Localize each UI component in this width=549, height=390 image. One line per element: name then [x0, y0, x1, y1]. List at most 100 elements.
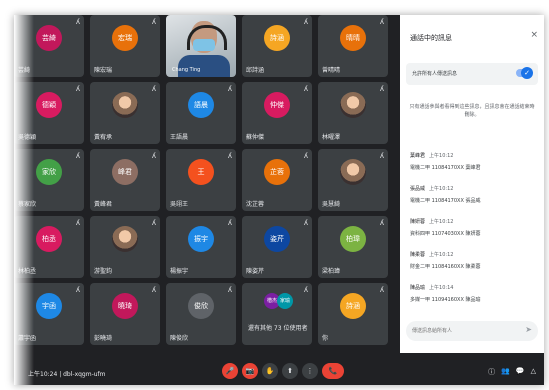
avatar: 德穎	[36, 92, 62, 118]
activities-icon[interactable]: △	[531, 367, 536, 377]
mic-off-icon: ʎ	[227, 152, 232, 160]
avatar: 峰君	[112, 159, 138, 185]
participant-name: 林曜澤	[322, 134, 341, 141]
participant-tile[interactable]: ʎ 游聖鈞	[90, 216, 160, 278]
mic-off-icon: ʎ	[227, 219, 232, 227]
participant-tile[interactable]: ʎ 晴晴 曾晴晴	[318, 15, 388, 77]
participant-name: 吳慧綺	[322, 201, 341, 208]
participant-tile[interactable]: ʎ 宏瑞 陳宏瑞	[90, 15, 160, 77]
mic-off-icon: ʎ	[151, 219, 156, 227]
message-input[interactable]	[412, 325, 516, 337]
avatar-group: 楷杰 家瑜	[264, 293, 293, 309]
chat-icon[interactable]: 💬	[516, 367, 525, 377]
participant-tile[interactable]: ʎ 詩涵 邱詩涵	[242, 15, 312, 77]
chat-notice: 只有通話參與者看得到這些訊息，且訊息會在通話結束時刪除。	[409, 104, 535, 118]
participant-name: 楊振宇	[170, 268, 189, 275]
end-call-icon[interactable]: 📞	[322, 363, 344, 379]
participant-name: 蔡家欣	[18, 201, 37, 208]
mic-off-icon: ʎ	[303, 152, 308, 160]
info-icon[interactable]: ⓘ	[488, 367, 495, 377]
participant-tile[interactable]: ʎ 黃宥承	[90, 82, 160, 144]
close-icon[interactable]: ×	[530, 30, 538, 40]
mic-off-icon: ʎ	[75, 219, 80, 227]
participant-name: 黃宥承	[94, 134, 113, 141]
participant-name: 蕭宇函	[18, 335, 37, 342]
send-icon[interactable]: ➤	[525, 325, 532, 334]
participant-tile[interactable]: ʎ 家欣 蔡家欣	[14, 149, 84, 211]
participant-name: 陳宏瑞	[94, 67, 113, 74]
mic-off-icon: ʎ	[75, 286, 80, 294]
mic-off-icon: ʎ	[303, 85, 308, 93]
mic-off-icon: ʎ	[379, 85, 384, 93]
headphones-icon	[187, 25, 227, 50]
mic-off-icon: ʎ	[75, 152, 80, 160]
mic-off-icon: ʎ	[151, 18, 156, 26]
participant-tile[interactable]: ʎ 俊欣 陳俊欣	[166, 283, 236, 345]
more-options-icon[interactable]: ⋮	[302, 363, 318, 379]
chat-message: 葉峰君 上午10:12 電機二甲 11084170XX 葉峰君	[410, 142, 534, 171]
participant-tile[interactable]: Chang Ting	[166, 15, 236, 77]
participant-name: 你	[322, 335, 329, 342]
participant-tile[interactable]: ʎ 芷蓉 沈芷蓉	[242, 149, 312, 211]
mic-off-icon: ʎ	[75, 18, 80, 26]
participant-tile[interactable]: ʎ 柏丞 林柏丞	[14, 216, 84, 278]
more-participants-label: 還有其他 73 位使用者	[248, 325, 308, 332]
message-sender: 陳品瑜	[410, 285, 426, 291]
allow-messages-toggle[interactable]: ✓	[516, 67, 533, 79]
present-icon[interactable]: ⬆	[282, 363, 298, 379]
participant-tile[interactable]: ʎ 楷杰 家瑜還有其他 73 位使用者	[242, 283, 312, 345]
people-icon[interactable]: 👥	[501, 367, 510, 377]
avatar: 俊欣	[188, 293, 214, 319]
avatar: 晴晴	[340, 25, 366, 51]
participant-tile[interactable]: ʎ 柏瑋 梁柏瑋	[318, 216, 388, 278]
participant-name: 陳俊欣	[170, 335, 189, 342]
avatar: 王	[188, 159, 214, 185]
message-text: 財金二甲 11084160XX 陳柔蓉	[410, 264, 481, 270]
chat-message: 陳品瑜 上午10:14 多媒一甲 11094160XX 陳品瑜	[410, 274, 534, 303]
participant-tile[interactable]: ʎ 姿芹陳姿芹	[242, 216, 312, 278]
participant-tile[interactable]: ʎ 仲傑 蘇仲傑	[242, 82, 312, 144]
message-compose: ➤	[406, 321, 538, 341]
avatar: 芸綺	[36, 25, 62, 51]
participant-name: 陳姿芹	[246, 268, 265, 275]
avatar: 姿芹	[264, 226, 290, 252]
meeting-clock: 上午10:24 | dbl-xqgm-ufm	[28, 371, 106, 378]
participant-name: 彭曉琦	[94, 335, 113, 342]
participant-tile[interactable]: ʎ 峰君 黃峰君	[90, 149, 160, 211]
participant-tile[interactable]: ʎ 吳慧綺	[318, 149, 388, 211]
participant-tile[interactable]: ʎ 王吳翊王	[166, 149, 236, 211]
message-time: 上午10:14	[429, 285, 454, 291]
participant-tile[interactable]: ʎ 振宇楊振宇	[166, 216, 236, 278]
allow-messages-label: 允許所有人傳送訊息	[412, 71, 458, 77]
participant-tile[interactable]: ʎ 曉琦 彭曉琦	[90, 283, 160, 345]
mic-off-icon: ʎ	[151, 152, 156, 160]
avatar: 振宇	[188, 226, 214, 252]
check-icon: ✓	[521, 67, 533, 79]
participant-tile[interactable]: ʎ 林曜澤	[318, 82, 388, 144]
participant-tile[interactable]: ʎ 德穎 吳德穎	[14, 82, 84, 144]
camera-icon[interactable]: 📷	[242, 363, 258, 379]
right-tools: ⓘ 👥 💬 △	[488, 367, 536, 377]
message-time: 上午10:12	[429, 219, 454, 225]
chat-message: 陳妍蓉 上午10:12 資科四甲 11074030XX 陳妍蓉	[410, 208, 534, 237]
participant-tile[interactable]: ʎ 芸綺 芸綺	[14, 15, 84, 77]
mic-icon[interactable]: 🎤	[222, 363, 238, 379]
raise-hand-icon[interactable]: ✋	[262, 363, 278, 379]
mic-off-icon: ʎ	[303, 286, 308, 294]
avatar: 柏丞	[36, 226, 62, 252]
participant-name: 游聖鈞	[94, 268, 113, 275]
avatar: 詩涵	[264, 25, 290, 51]
message-text: 電機二甲 11084170XX 張品威	[410, 198, 481, 204]
participant-tile[interactable]: ʎ 宇函 蕭宇函	[14, 283, 84, 345]
message-sender: 張品威	[410, 186, 426, 192]
mic-off-icon: ʎ	[303, 219, 308, 227]
avatar: 家瑜	[277, 293, 293, 309]
participant-name: 曾晴晴	[322, 67, 341, 74]
mic-off-icon: ʎ	[379, 286, 384, 294]
avatar: 語晨	[188, 92, 214, 118]
participant-tile[interactable]: ʎ 語晨 王語晨	[166, 82, 236, 144]
message-text: 多媒一甲 11094160XX 陳品瑜	[410, 297, 481, 303]
mic-off-icon: ʎ	[379, 152, 384, 160]
participant-name: 吳翊王	[170, 201, 189, 208]
participant-tile[interactable]: ʎ 詩涵你	[318, 283, 388, 345]
